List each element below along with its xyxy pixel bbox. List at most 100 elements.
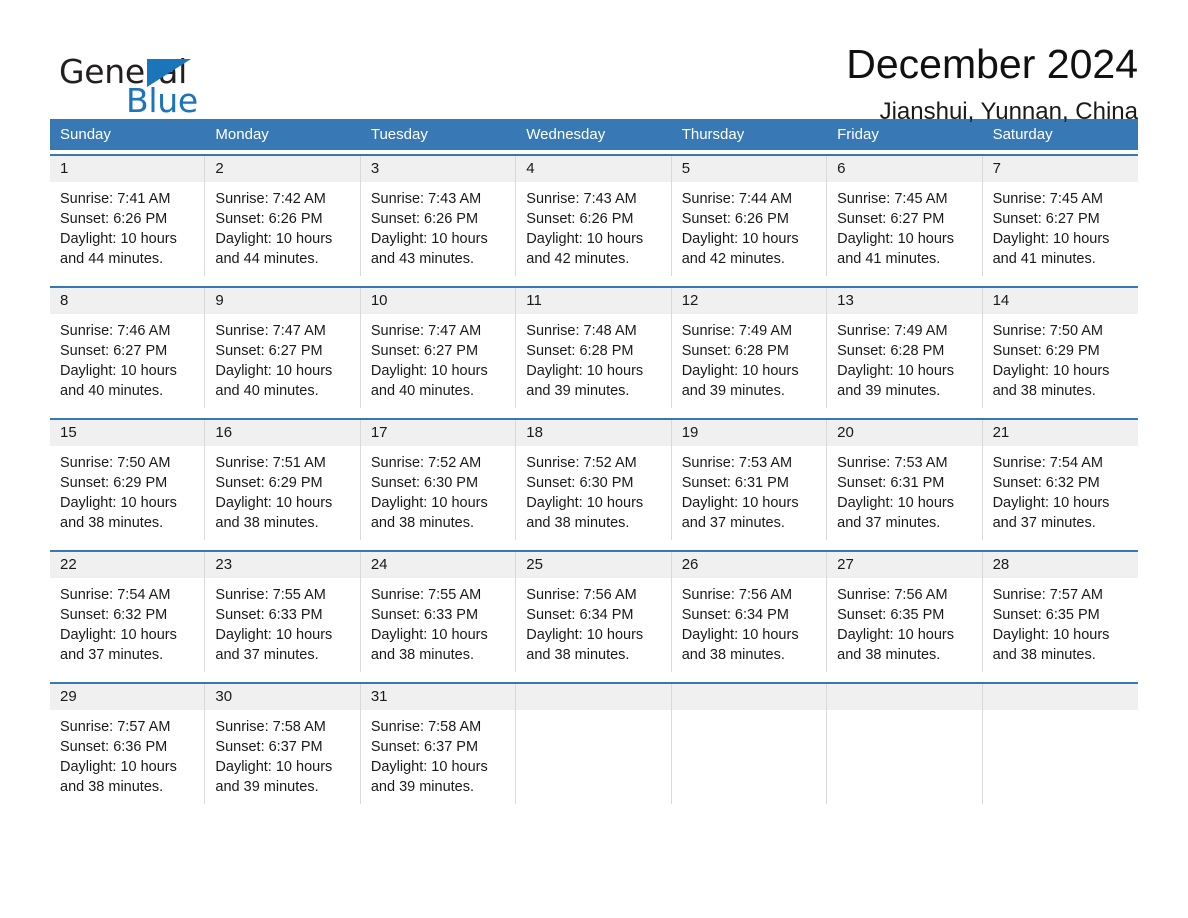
daylight-text-line2: and 37 minutes. bbox=[681, 515, 785, 531]
calendar-day-cell[interactable]: 29 Sunrise: 7:57 AM Sunset: 6:36 PM Dayligh… bbox=[50, 684, 206, 804]
calendar-day-cell[interactable]: 30 Sunrise: 7:58 AM Sunset: 6:37 PM Dayligh… bbox=[205, 684, 361, 804]
daylight-text-line1: Daylight: 10 hours bbox=[992, 363, 1110, 379]
calendar-day-cell[interactable]: 9 Sunrise: 7:47 AM Sunset: 6:27 PM Daylight… bbox=[205, 288, 361, 408]
daylight-text-line1: Daylight: 10 hours bbox=[992, 627, 1110, 643]
calendar-day-cell[interactable]: 17 Sunrise: 7:52 AM Sunset: 6:30 PM Dayligh… bbox=[360, 420, 517, 540]
sunset-text: Sunset: 6:29 PM bbox=[215, 475, 323, 491]
day-number: 23 bbox=[205, 552, 360, 578]
daylight-text-line2: and 38 minutes. bbox=[681, 647, 785, 663]
daylight-text-line1: Daylight: 10 hours bbox=[837, 231, 955, 247]
calendar-day-cell[interactable]: 28 Sunrise: 7:57 AM Sunset: 6:35 PM Dayligh… bbox=[982, 552, 1138, 672]
calendar-day-cell[interactable]: 27 Sunrise: 7:56 AM Sunset: 6:35 PM Dayligh… bbox=[827, 552, 983, 672]
calendar-day-cell[interactable]: 8 Sunrise: 7:46 AM Sunset: 6:27 PM Daylight… bbox=[50, 288, 206, 408]
sunset-text: Sunset: 6:26 PM bbox=[526, 211, 634, 227]
calendar-day-cell[interactable]: 10 Sunrise: 7:47 AM Sunset: 6:27 PM Dayligh… bbox=[360, 288, 517, 408]
sunset-text: Sunset: 6:27 PM bbox=[215, 343, 323, 359]
day-number: 17 bbox=[360, 420, 516, 446]
day-number: 30 bbox=[205, 684, 360, 710]
calendar-day-cell[interactable]: 18 Sunrise: 7:52 AM Sunset: 6:30 PM Dayligh… bbox=[516, 420, 672, 540]
day-number: 3 bbox=[360, 156, 516, 182]
calendar-day-cell[interactable]: 12 Sunrise: 7:49 AM Sunset: 6:28 PM Dayligh… bbox=[671, 288, 828, 408]
calendar-day-cell[interactable]: 26 Sunrise: 7:56 AM Sunset: 6:34 PM Dayligh… bbox=[671, 552, 828, 672]
daylight-text-line2: and 38 minutes. bbox=[370, 647, 475, 663]
calendar-day-cell-empty bbox=[516, 684, 672, 804]
calendar-day-cell[interactable]: 11 Sunrise: 7:48 AM Sunset: 6:28 PM Dayligh… bbox=[516, 288, 672, 408]
calendar-day-cell[interactable]: 16 Sunrise: 7:51 AM Sunset: 6:29 PM Dayligh… bbox=[205, 420, 361, 540]
calendar-day-cell[interactable]: 4 Sunrise: 7:43 AM Sunset: 6:26 PM Daylight… bbox=[516, 156, 672, 276]
sunrise-text: Sunrise: 7:52 AM bbox=[526, 455, 637, 471]
sunset-text: Sunset: 6:29 PM bbox=[60, 475, 168, 491]
sunrise-text: Sunrise: 7:47 AM bbox=[370, 323, 482, 339]
calendar-day-cell-empty bbox=[671, 684, 828, 804]
calendar-day-cell[interactable]: 1 Sunrise: 7:41 AM Sunset: 6:26 PM Daylight… bbox=[50, 156, 206, 276]
day-details: Sunrise: 7:51 AM Sunset: 6:29 PM Daylight:… bbox=[205, 446, 359, 539]
sunset-text: Sunset: 6:32 PM bbox=[60, 607, 168, 623]
day-number: 11 bbox=[516, 288, 671, 314]
daylight-text-line1: Daylight: 10 hours bbox=[60, 759, 177, 775]
calendar-week-row: 15 Sunrise: 7:50 AM Sunset: 6:29 PM Dayligh… bbox=[50, 418, 1138, 540]
calendar-day-cell[interactable]: 3 Sunrise: 7:43 AM Sunset: 6:26 PM Daylight… bbox=[360, 156, 517, 276]
sunset-text: Sunset: 6:26 PM bbox=[60, 211, 168, 227]
day-details: Sunrise: 7:55 AM Sunset: 6:33 PM Daylight:… bbox=[205, 578, 359, 671]
daylight-text-line2: and 38 minutes. bbox=[215, 515, 319, 531]
day-details: Sunrise: 7:45 AM Sunset: 6:27 PM Daylight:… bbox=[827, 182, 981, 275]
calendar-day-cell[interactable]: 7 Sunrise: 7:45 AM Sunset: 6:27 PM Daylight… bbox=[982, 156, 1138, 276]
daylight-text-line1: Daylight: 10 hours bbox=[60, 363, 177, 379]
day-number: 1 bbox=[50, 156, 205, 182]
day-number: 18 bbox=[516, 420, 671, 446]
calendar-day-cell[interactable]: 14 Sunrise: 7:50 AM Sunset: 6:29 PM Dayligh… bbox=[982, 288, 1138, 408]
calendar-day-cell[interactable]: 13 Sunrise: 7:49 AM Sunset: 6:28 PM Dayligh… bbox=[827, 288, 983, 408]
calendar-day-cell[interactable]: 19 Sunrise: 7:53 AM Sunset: 6:31 PM Dayligh… bbox=[671, 420, 828, 540]
day-number: 10 bbox=[360, 288, 516, 314]
sunset-text: Sunset: 6:33 PM bbox=[370, 607, 479, 623]
calendar-day-cell[interactable]: 15 Sunrise: 7:50 AM Sunset: 6:29 PM Dayligh… bbox=[50, 420, 206, 540]
sunrise-text: Sunrise: 7:43 AM bbox=[526, 191, 637, 207]
day-number: 5 bbox=[671, 156, 827, 182]
sunrise-text: Sunrise: 7:50 AM bbox=[992, 323, 1103, 339]
sunrise-text: Sunrise: 7:45 AM bbox=[992, 191, 1103, 207]
daylight-text-line1: Daylight: 10 hours bbox=[992, 231, 1110, 247]
day-details: Sunrise: 7:56 AM Sunset: 6:34 PM Daylight:… bbox=[516, 578, 670, 671]
calendar-day-cell[interactable]: 25 Sunrise: 7:56 AM Sunset: 6:34 PM Dayligh… bbox=[516, 552, 672, 672]
day-number: 25 bbox=[516, 552, 671, 578]
day-details: Sunrise: 7:47 AM Sunset: 6:27 PM Daylight:… bbox=[361, 314, 515, 407]
daylight-text-line2: and 39 minutes. bbox=[837, 383, 941, 399]
day-number: 8 bbox=[50, 288, 205, 314]
day-details: Sunrise: 7:54 AM Sunset: 6:32 PM Daylight:… bbox=[983, 446, 1138, 539]
day-number: 15 bbox=[50, 420, 205, 446]
calendar-day-cell[interactable]: 23 Sunrise: 7:55 AM Sunset: 6:33 PM Dayligh… bbox=[205, 552, 361, 672]
calendar-day-cell[interactable]: 31 Sunrise: 7:58 AM Sunset: 6:37 PM Dayligh… bbox=[360, 684, 517, 804]
calendar-day-cell[interactable]: 22 Sunrise: 7:54 AM Sunset: 6:32 PM Dayligh… bbox=[50, 552, 206, 672]
daylight-text-line2: and 37 minutes. bbox=[992, 515, 1096, 531]
daylight-text-line2: and 39 minutes. bbox=[681, 383, 785, 399]
daylight-text-line2: and 38 minutes. bbox=[992, 383, 1096, 399]
day-number: 29 bbox=[50, 684, 205, 710]
calendar-day-cell[interactable]: 21 Sunrise: 7:54 AM Sunset: 6:32 PM Dayligh… bbox=[982, 420, 1138, 540]
daylight-text-line1: Daylight: 10 hours bbox=[215, 627, 333, 643]
day-details: Sunrise: 7:50 AM Sunset: 6:29 PM Daylight:… bbox=[983, 314, 1138, 407]
sunset-text: Sunset: 6:29 PM bbox=[992, 343, 1100, 359]
calendar-week-row: 8 Sunrise: 7:46 AM Sunset: 6:27 PM Daylight… bbox=[50, 286, 1138, 408]
sunrise-text: Sunrise: 7:55 AM bbox=[215, 587, 326, 603]
calendar-day-cell[interactable]: 5 Sunrise: 7:44 AM Sunset: 6:26 PM Daylight… bbox=[671, 156, 828, 276]
calendar-day-cell[interactable]: 20 Sunrise: 7:53 AM Sunset: 6:31 PM Dayligh… bbox=[827, 420, 983, 540]
daylight-text-line2: and 44 minutes. bbox=[215, 251, 319, 267]
sunset-text: Sunset: 6:27 PM bbox=[992, 211, 1100, 227]
calendar-day-cell[interactable]: 24 Sunrise: 7:55 AM Sunset: 6:33 PM Dayligh… bbox=[360, 552, 517, 672]
calendar-day-cell[interactable]: 2 Sunrise: 7:42 AM Sunset: 6:26 PM Daylight… bbox=[205, 156, 361, 276]
sunrise-text: Sunrise: 7:41 AM bbox=[60, 191, 171, 207]
day-details: Sunrise: 7:44 AM Sunset: 6:26 PM Daylight:… bbox=[672, 182, 826, 275]
daylight-text-line2: and 38 minutes. bbox=[837, 647, 941, 663]
calendar-day-cell[interactable]: 6 Sunrise: 7:45 AM Sunset: 6:27 PM Daylight… bbox=[827, 156, 983, 276]
daylight-text-line2: and 43 minutes. bbox=[370, 251, 475, 267]
sunset-text: Sunset: 6:28 PM bbox=[681, 343, 789, 359]
daylight-text-line1: Daylight: 10 hours bbox=[370, 495, 488, 511]
daylight-text-line1: Daylight: 10 hours bbox=[370, 363, 488, 379]
daylight-text-line1: Daylight: 10 hours bbox=[681, 495, 799, 511]
daylight-text-line1: Daylight: 10 hours bbox=[215, 363, 333, 379]
daylight-text-line2: and 42 minutes. bbox=[681, 251, 785, 267]
day-details: Sunrise: 7:55 AM Sunset: 6:33 PM Daylight:… bbox=[361, 578, 515, 671]
daylight-text-line2: and 39 minutes. bbox=[370, 779, 475, 795]
daylight-text-line2: and 44 minutes. bbox=[60, 251, 164, 267]
sunset-text: Sunset: 6:37 PM bbox=[215, 739, 323, 755]
